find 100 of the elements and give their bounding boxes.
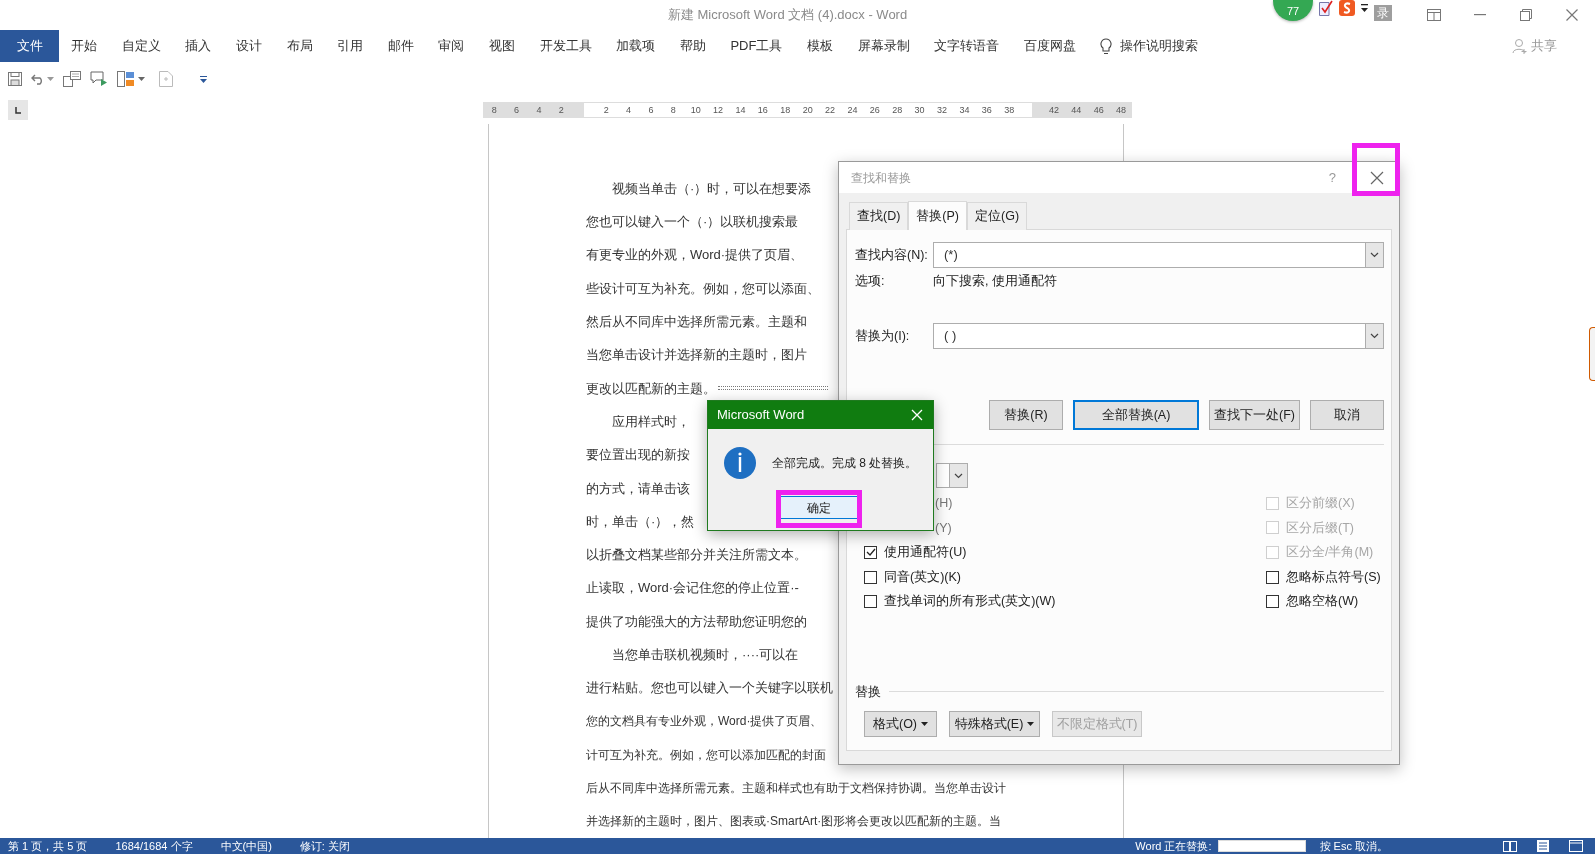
restore-icon[interactable]	[1520, 9, 1532, 21]
undo-icon[interactable]	[31, 73, 45, 85]
ruler-number: 48	[1115, 104, 1128, 117]
ribbon-tab[interactable]: 屏幕录制	[845, 30, 922, 62]
caret-icon[interactable]	[1027, 721, 1035, 726]
checkbox-label: 区分前缀(X)	[1286, 494, 1355, 512]
ruler-number: 42	[1047, 104, 1060, 117]
ribbon-tab[interactable]: 插入	[173, 30, 224, 62]
tab-stop-icon[interactable]	[8, 100, 28, 120]
body-text-line: 当您单击设计并选择新的主题时，图片	[586, 347, 807, 363]
checkbox[interactable]	[864, 546, 877, 559]
ruler-number: 36	[980, 104, 993, 117]
status-item: 中文(中国)	[220, 838, 272, 854]
caret-icon[interactable]	[138, 77, 145, 81]
ribbon-tab[interactable]: 审阅	[426, 30, 477, 62]
message-text: 全部完成。完成 8 处替换。	[772, 455, 918, 472]
ribbon-tab[interactable]: 百度网盘	[1011, 30, 1089, 62]
ruler-number: 12	[712, 104, 725, 117]
caret-icon[interactable]	[921, 721, 929, 726]
ruler-number: 20	[801, 104, 814, 117]
checkbox[interactable]	[1266, 595, 1279, 609]
ruler-number: 18	[779, 104, 792, 117]
documents-icon[interactable]	[63, 71, 81, 87]
ribbon-tab[interactable]: 文字转语音	[921, 30, 1012, 62]
ribbon-tab[interactable]: 加载项	[603, 30, 668, 62]
ruler-number: 22	[824, 104, 837, 117]
replace-combo[interactable]: ( )	[933, 323, 1384, 349]
ribbon-tab[interactable]: 开发工具	[527, 30, 604, 62]
save-icon[interactable]	[8, 72, 22, 86]
dialog-button[interactable]: 格式(O)	[864, 710, 937, 737]
ribbon-tab[interactable]: 布局	[274, 30, 325, 62]
dialog-button[interactable]: 特殊格式(E)	[949, 710, 1040, 737]
body-text-line: 些设计可互为补充。例如，您可以添面、	[586, 280, 820, 297]
file-tab[interactable]: 文件	[0, 30, 59, 62]
ribbon-tab[interactable]: PDF工具	[718, 30, 795, 62]
speech-bubble-icon[interactable]	[90, 71, 108, 87]
body-text-line: 应用样式时，	[612, 413, 690, 430]
dropdown-caret-icon[interactable]	[1361, 4, 1368, 13]
ruler-number: 34	[958, 104, 971, 117]
dialog-button[interactable]: 查找下一处(F)	[1209, 400, 1300, 430]
body-text-line: 时，单击（·），然	[586, 513, 695, 530]
dialog-tab[interactable]: 查找(D)	[849, 202, 909, 230]
web-layout-icon[interactable]	[1569, 840, 1583, 852]
ruler-number: 6	[647, 104, 655, 117]
ruler-number: 30	[913, 104, 926, 117]
dialog-tab[interactable]: 定位(G)	[967, 202, 1028, 230]
ribbon-tab[interactable]: 邮件	[375, 30, 427, 62]
checkbox-label: 使用通配符(U)	[884, 544, 967, 562]
ribbon-display-icon[interactable]	[1427, 9, 1441, 21]
body-text-line: 然后从不同库中选择所需元素。主题和	[586, 314, 807, 330]
lightbulb-icon[interactable]	[1100, 37, 1113, 55]
body-text-line: 当您单击联机视频时，····可以在	[612, 647, 799, 663]
ribbon-tab[interactable]: 帮助	[667, 30, 719, 62]
ribbon-tab[interactable]: 引用	[324, 30, 376, 62]
body-text-line: 进行粘贴。您也可以键入一个关键字以联机	[586, 680, 833, 696]
ruler-number: 16	[756, 104, 769, 117]
body-text-line: 您的文档具有专业外观，Word·提供了页眉、	[586, 714, 823, 729]
ruler-number: 4	[535, 104, 543, 117]
checkbox[interactable]	[864, 595, 877, 609]
close-icon[interactable]	[1566, 9, 1578, 21]
checkbox-label: 忽略空格(W)	[1286, 593, 1359, 611]
customize-caret-icon[interactable]	[200, 75, 207, 83]
status-item: 1684/1684 个字	[115, 838, 193, 854]
ruler-number: 14	[734, 104, 747, 117]
body-text-line: 视频当单击（·）时，可以在想要添	[612, 180, 812, 197]
dialog-button[interactable]: 全部替换(A)	[1073, 400, 1199, 430]
ribbon-tab[interactable]: 设计	[223, 30, 275, 62]
document-check-icon[interactable]	[1319, 0, 1333, 16]
ribbon-tab[interactable]: 开始	[59, 30, 110, 62]
ruler-number: 24	[846, 104, 859, 117]
app-logo-icon[interactable]	[1339, 0, 1355, 16]
body-text-line: 有更专业的外观，Word·提供了页眉、	[586, 247, 804, 264]
search-label[interactable]: 操作说明搜索	[1120, 36, 1199, 56]
find-combo[interactable]: (*)	[933, 242, 1384, 268]
ruler-number: 32	[936, 104, 948, 117]
ribbon-tab[interactable]: 模板	[794, 30, 846, 62]
dialog-button[interactable]: 取消	[1310, 400, 1384, 430]
checkbox-label: 忽略标点符号(S)	[1286, 568, 1381, 586]
ruler-number: 8	[669, 104, 677, 117]
info-icon	[724, 447, 756, 479]
ribbon-tab[interactable]: 自定义	[109, 30, 174, 62]
ruler-number: 10	[689, 104, 702, 117]
ribbon-tab[interactable]: 视图	[476, 30, 528, 62]
status-hint: 按 Esc 取消。	[1319, 838, 1388, 854]
minimize-icon[interactable]	[1474, 14, 1486, 16]
checkbox[interactable]	[864, 570, 877, 584]
options-summary: 向下搜索, 使用通配符	[933, 272, 1057, 290]
read-mode-icon[interactable]	[1503, 840, 1517, 852]
dialog-button[interactable]: 替换(R)	[989, 400, 1063, 430]
color-blocks-icon[interactable]	[117, 71, 135, 87]
checkbox-label: 查找单词的所有形式(英文)(W)	[884, 593, 1056, 611]
status-item: 第 1 页，共 5 页	[8, 838, 88, 854]
ruler-number: 4	[625, 104, 633, 117]
side-handle[interactable]	[1589, 327, 1595, 381]
checkbox[interactable]	[1266, 570, 1279, 584]
ruler-number: 44	[1070, 104, 1083, 117]
dialog-tab[interactable]: 替换(P)	[908, 201, 968, 230]
ok-button[interactable]: 确定	[780, 496, 858, 519]
close-icon[interactable]	[1370, 170, 1384, 185]
ruler-number: 28	[891, 104, 904, 117]
